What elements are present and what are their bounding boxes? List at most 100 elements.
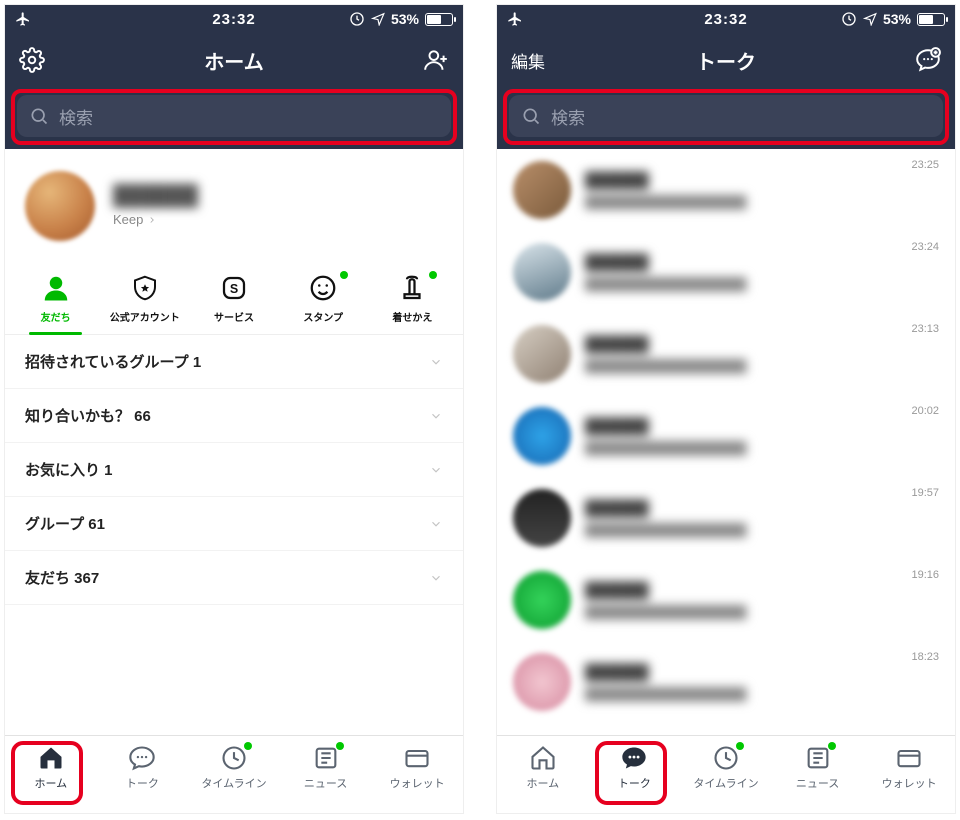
chat-name: ██████	[585, 254, 939, 271]
chat-name: ██████	[585, 418, 939, 435]
chevron-down-icon	[429, 463, 443, 477]
row-invited-groups[interactable]: 招待されているグループ 1	[5, 335, 463, 389]
row-friends[interactable]: 友だち 367	[5, 551, 463, 605]
search-input[interactable]: 検索	[17, 95, 451, 137]
talk-content: █████████████████████████23:25██████████…	[497, 149, 955, 735]
chat-preview: ███████████████████	[585, 605, 939, 619]
notification-dot	[429, 271, 437, 279]
search-row: 検索	[497, 87, 955, 149]
person-icon	[41, 273, 71, 303]
chevron-down-icon	[429, 409, 443, 423]
cat-official[interactable]: 公式アカウント	[100, 267, 189, 334]
notification-dot	[340, 271, 348, 279]
chevron-right-icon	[147, 215, 157, 225]
notification-dot	[336, 742, 344, 750]
avatar	[513, 653, 571, 711]
chat-row[interactable]: █████████████████████████19:16	[497, 559, 955, 641]
tab-timeline[interactable]: タイムライン	[188, 744, 280, 791]
profile-row[interactable]: ██████ Keep	[5, 149, 463, 263]
row-favorites[interactable]: お気に入り 1	[5, 443, 463, 497]
chat-list: █████████████████████████23:25██████████…	[497, 149, 955, 723]
chat-row[interactable]: █████████████████████████23:25	[497, 149, 955, 231]
chat-time: 18:23	[911, 651, 939, 663]
status-time: 23:32	[497, 11, 955, 28]
chat-preview: ███████████████████	[585, 359, 939, 373]
tab-talk[interactable]: トーク	[589, 744, 681, 791]
tab-talk[interactable]: トーク	[97, 744, 189, 791]
notification-dot	[828, 742, 836, 750]
page-title: ホーム	[5, 46, 463, 75]
search-row: 検索	[5, 87, 463, 149]
avatar	[513, 243, 571, 301]
cat-services[interactable]: S サービス	[189, 267, 278, 334]
tab-news[interactable]: ニュース	[280, 744, 372, 791]
search-icon	[29, 106, 49, 126]
notification-dot	[736, 742, 744, 750]
avatar	[513, 407, 571, 465]
battery-icon	[917, 13, 945, 26]
phone-talk: 23:32 53% 編集 トーク 検索 ████████████████████…	[496, 4, 956, 814]
chat-icon	[620, 744, 648, 772]
chat-preview: ███████████████████	[585, 441, 939, 455]
chat-name: ██████	[585, 664, 939, 681]
cat-theme[interactable]: 着せかえ	[368, 267, 457, 334]
battery-icon	[425, 13, 453, 26]
status-time: 23:32	[5, 11, 463, 28]
chat-time: 23:13	[911, 323, 939, 335]
wallet-icon	[403, 744, 431, 772]
chat-row[interactable]: █████████████████████████18:23	[497, 641, 955, 723]
chat-row[interactable]: █████████████████████████23:24	[497, 231, 955, 313]
chat-time: 20:02	[911, 405, 939, 417]
news-icon	[312, 744, 340, 772]
chat-preview: ███████████████████	[585, 523, 939, 537]
chat-time: 19:16	[911, 569, 939, 581]
brush-icon	[397, 273, 427, 303]
tab-news[interactable]: ニュース	[772, 744, 864, 791]
chat-name: ██████	[585, 500, 939, 517]
row-groups[interactable]: グループ 61	[5, 497, 463, 551]
news-icon	[804, 744, 832, 772]
chat-preview: ███████████████████	[585, 277, 939, 291]
profile-name: ██████	[113, 185, 198, 208]
chat-time: 19:57	[911, 487, 939, 499]
tab-home[interactable]: ホーム	[497, 744, 589, 791]
chat-row[interactable]: █████████████████████████23:13	[497, 313, 955, 395]
nav-header-talk: 編集 トーク	[497, 33, 955, 87]
shield-star-icon	[130, 273, 160, 303]
status-bar: 23:32 53%	[497, 5, 955, 33]
search-placeholder: 検索	[551, 104, 585, 129]
chat-name: ██████	[585, 582, 939, 599]
chevron-down-icon	[429, 517, 443, 531]
tab-bar: ホーム トーク タイムライン ニュース ウォレット	[497, 735, 955, 813]
chat-row[interactable]: █████████████████████████19:57	[497, 477, 955, 559]
svg-text:S: S	[230, 282, 238, 296]
chevron-down-icon	[429, 355, 443, 369]
status-bar: 23:32 53%	[5, 5, 463, 33]
avatar	[513, 571, 571, 629]
avatar	[513, 161, 571, 219]
tab-home[interactable]: ホーム	[5, 744, 97, 791]
tab-bar: ホーム トーク タイムライン ニュース ウォレット	[5, 735, 463, 813]
cat-friends[interactable]: 友だち	[11, 267, 100, 334]
avatar	[513, 325, 571, 383]
chat-time: 23:24	[911, 241, 939, 253]
chat-name: ██████	[585, 172, 939, 189]
avatar	[25, 171, 95, 241]
keep-link[interactable]: Keep	[113, 212, 198, 227]
chat-preview: ███████████████████	[585, 195, 939, 209]
tab-wallet[interactable]: ウォレット	[371, 744, 463, 791]
tab-wallet[interactable]: ウォレット	[863, 744, 955, 791]
phone-home: 23:32 53% ホーム 検索 ██████ Keep	[4, 4, 464, 814]
tab-timeline[interactable]: タイムライン	[680, 744, 772, 791]
row-maybe-know[interactable]: 知り合いかも？ 66	[5, 389, 463, 443]
search-placeholder: 検索	[59, 104, 93, 129]
search-input[interactable]: 検索	[509, 95, 943, 137]
cat-stamp[interactable]: スタンプ	[279, 267, 368, 334]
notification-dot	[244, 742, 252, 750]
home-content: ██████ Keep 友だち 公式アカウント S サービス	[5, 149, 463, 735]
chat-time: 23:25	[911, 159, 939, 171]
home-icon	[37, 744, 65, 772]
chat-row[interactable]: █████████████████████████20:02	[497, 395, 955, 477]
smile-icon	[308, 273, 338, 303]
wallet-icon	[895, 744, 923, 772]
